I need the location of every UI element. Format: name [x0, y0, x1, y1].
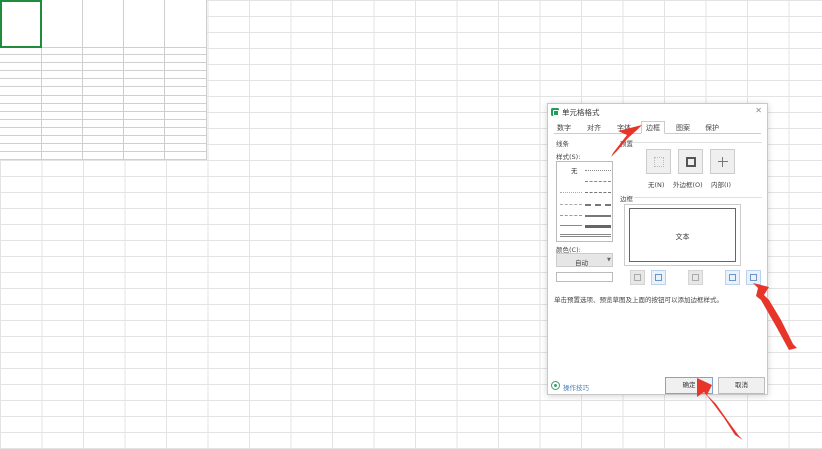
app-logo-icon	[551, 108, 559, 116]
grid-row	[0, 71, 207, 79]
grid-row	[0, 128, 207, 136]
line-style-option[interactable]	[585, 192, 611, 193]
dialog-title-bar[interactable]: 单元格格式 ✕	[548, 104, 767, 120]
preset-outline-button[interactable]	[678, 149, 703, 174]
grid-row	[0, 96, 207, 104]
dialog-footer: 操作技巧 确定 取消	[548, 372, 767, 394]
tab-font[interactable]: 字体	[617, 123, 631, 133]
tab-alignment[interactable]: 对齐	[587, 123, 601, 133]
preset-group-label: 预置	[620, 140, 633, 148]
line-style-option[interactable]	[585, 170, 611, 171]
tips-icon[interactable]	[551, 381, 560, 390]
border-diagonal-down-button[interactable]	[746, 270, 761, 285]
divider	[632, 142, 762, 143]
close-icon[interactable]: ✕	[755, 106, 762, 115]
color-dropdown[interactable]: 自动 ▼	[556, 253, 613, 267]
border-preview[interactable]: 文本	[624, 204, 741, 266]
border-none-icon	[654, 157, 664, 167]
grid-row	[0, 87, 207, 96]
grid-row	[0, 55, 207, 63]
color-value: 自动	[575, 258, 588, 267]
line-style-none[interactable]: 无	[571, 165, 578, 175]
chevron-down-icon: ▼	[607, 257, 611, 263]
border-diagonal-up-button[interactable]	[630, 270, 645, 285]
line-style-option[interactable]	[585, 225, 611, 228]
border-right-icon	[729, 274, 736, 281]
line-style-option[interactable]	[560, 215, 582, 216]
grid-row	[0, 48, 207, 55]
line-style-option[interactable]	[560, 192, 582, 193]
border-left-icon	[655, 274, 662, 281]
diagonal-up-icon	[634, 274, 641, 281]
line-style-option[interactable]	[560, 234, 611, 237]
tab-pattern[interactable]: 图案	[676, 123, 690, 133]
grid-row	[0, 120, 207, 128]
grid-row	[0, 112, 207, 120]
preset-inside-button[interactable]	[710, 149, 735, 174]
preset-inside-label: 内部(I)	[711, 181, 731, 189]
format-cells-dialog: 单元格格式 ✕ 数字 对齐 字体 边框 图案 保护 线条 样式(S): 无 颜色…	[547, 103, 768, 395]
cancel-button[interactable]: 取消	[718, 377, 765, 394]
line-style-option[interactable]	[585, 204, 611, 206]
preview-text: 文本	[675, 233, 690, 241]
selected-cell[interactable]	[0, 0, 42, 48]
line-style-option[interactable]	[560, 204, 582, 205]
tab-protection[interactable]: 保护	[705, 123, 719, 133]
grid-row	[0, 79, 207, 87]
line-style-option[interactable]	[560, 225, 582, 226]
line-style-option[interactable]	[585, 215, 611, 217]
hint-text: 单击预置选项、预览草图及上面的按钮可以添加边框样式。	[554, 296, 723, 304]
tips-link[interactable]: 操作技巧	[563, 382, 589, 392]
diagonal-down-icon	[750, 274, 757, 281]
grid-row	[0, 152, 207, 160]
border-inside-icon	[718, 157, 728, 167]
style-label: 样式(S):	[556, 153, 581, 161]
border-center-button[interactable]	[688, 270, 703, 285]
border-left-button[interactable]	[651, 270, 666, 285]
preset-none-button[interactable]	[646, 149, 671, 174]
ok-button[interactable]: 确定	[665, 377, 713, 394]
tab-bar: 数字 对齐 字体 边框 图案 保护	[554, 121, 761, 134]
line-group-label: 线条	[556, 140, 569, 148]
preset-outline-label: 外边框(O)	[673, 181, 703, 189]
line-style-list[interactable]: 无	[556, 161, 613, 242]
line-style-option[interactable]	[585, 181, 611, 182]
grid-row	[0, 63, 207, 71]
border-right-button[interactable]	[725, 270, 740, 285]
grid-row	[0, 136, 207, 144]
border-outline-icon	[686, 157, 696, 167]
tab-number[interactable]: 数字	[557, 123, 571, 133]
preview-cell: 文本	[629, 208, 736, 262]
border-group-label: 边框	[620, 195, 633, 203]
preset-none-label: 无(N)	[648, 181, 665, 189]
divider	[634, 197, 762, 198]
border-vertical-icon	[692, 274, 699, 281]
tab-border[interactable]: 边框	[641, 121, 665, 134]
grid-row	[0, 104, 207, 112]
color-swatch	[556, 272, 613, 282]
dialog-title: 单元格格式	[562, 108, 600, 117]
grid-row	[0, 144, 207, 152]
